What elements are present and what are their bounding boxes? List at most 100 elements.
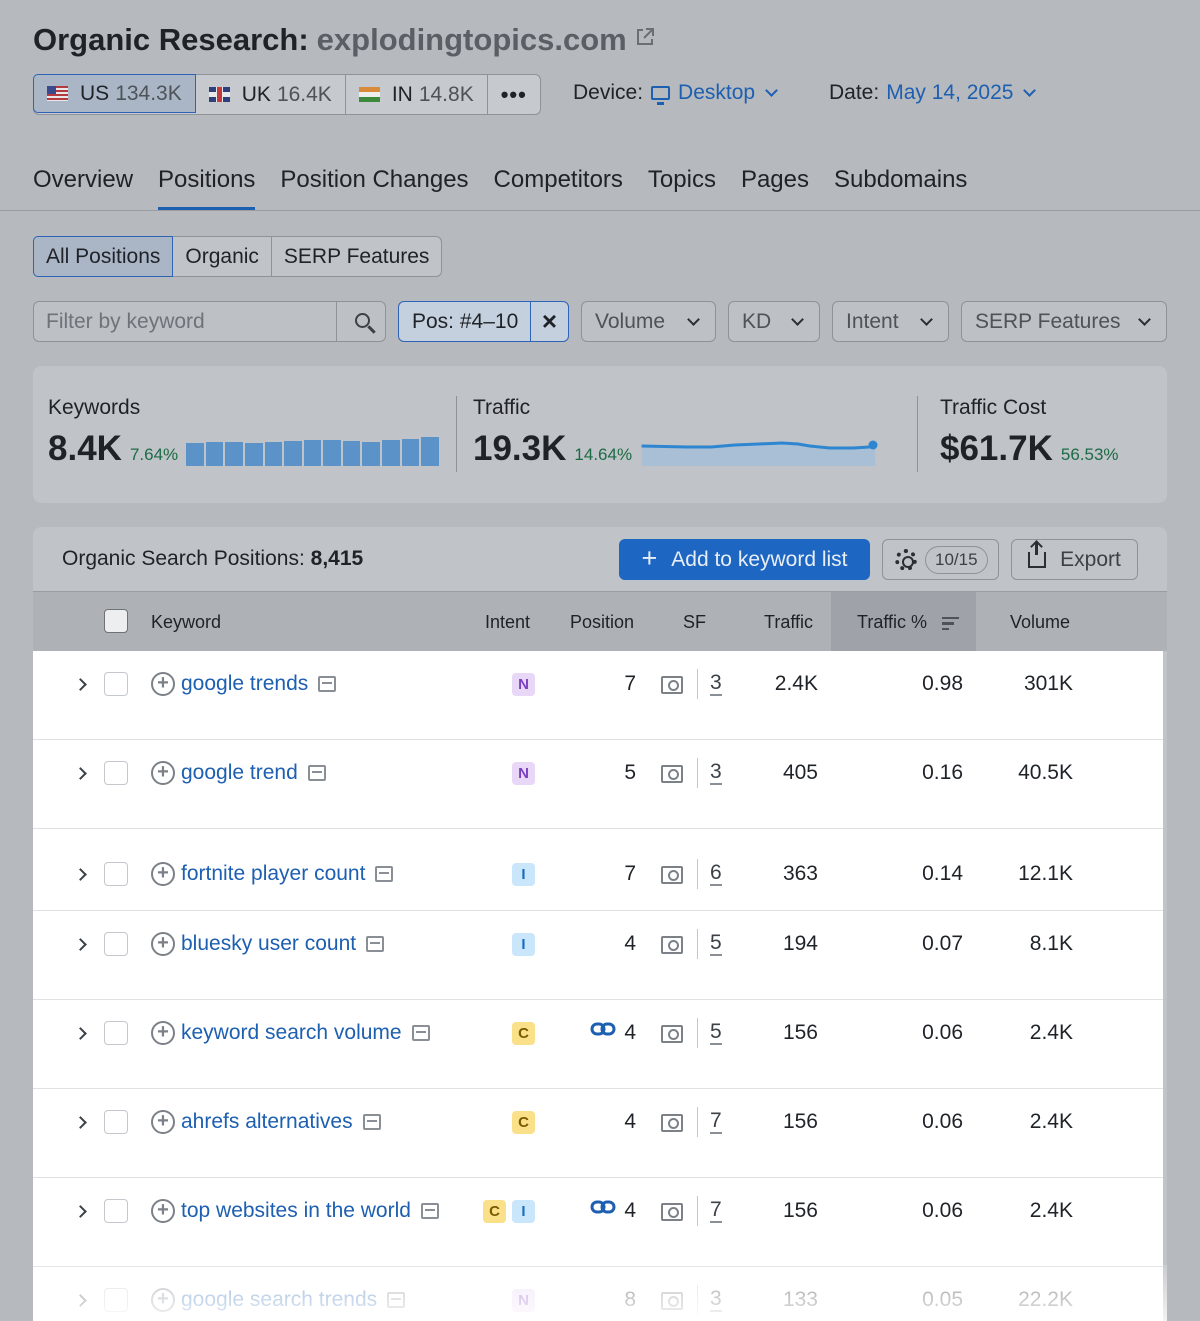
subtab-serp-features[interactable]: SERP Features <box>272 237 442 276</box>
sf-count[interactable]: 6 <box>710 862 722 886</box>
col-position[interactable]: Position <box>570 612 634 633</box>
keyword-link[interactable]: fortnite player count <box>181 862 394 886</box>
expand-row-icon[interactable] <box>74 868 87 881</box>
table-row[interactable]: + google trend N 5 3 405 0.16 40.5K <box>33 740 1163 829</box>
date-selector[interactable]: Date: May 14, 2025 <box>829 81 1038 105</box>
more-databases-button[interactable]: ••• <box>488 75 540 114</box>
traffic-cost-metric[interactable]: Traffic Cost $61.7K 56.53% <box>940 396 1127 468</box>
add-keyword-icon[interactable]: + <box>151 1110 175 1134</box>
kd-dropdown[interactable]: KD <box>728 301 820 342</box>
row-checkbox[interactable] <box>104 672 128 696</box>
add-keyword-icon[interactable]: + <box>151 672 175 696</box>
add-keyword-icon[interactable]: + <box>151 761 175 785</box>
serp-features-icon[interactable] <box>661 676 683 694</box>
intent-dropdown[interactable]: Intent <box>832 301 949 342</box>
sf-count[interactable]: 3 <box>710 761 722 785</box>
table-row[interactable]: + bluesky user count I 4 5 194 0.07 8.1K <box>33 911 1163 1000</box>
sf-count[interactable]: 5 <box>710 1021 722 1045</box>
serp-snapshot-icon[interactable] <box>420 1203 439 1219</box>
traffic-pct-value: 0.06 <box>922 1110 963 1133</box>
serp-snapshot-icon[interactable] <box>362 1114 381 1130</box>
table-row[interactable]: + fortnite player count I 7 6 363 0.14 12.1K <box>33 829 1163 911</box>
sf-count[interactable]: 7 <box>710 1110 722 1134</box>
col-sf[interactable]: SF <box>683 612 706 633</box>
position-value: 4 <box>624 1199 636 1222</box>
traffic-metric[interactable]: Traffic 19.3K 14.64% <box>473 396 878 468</box>
device-selector[interactable]: Device: Desktop <box>573 81 780 105</box>
keyword-link[interactable]: keyword search volume <box>181 1021 430 1045</box>
keyword-link[interactable]: bluesky user count <box>181 932 385 956</box>
add-keyword-icon[interactable]: + <box>151 932 175 956</box>
col-traffic[interactable]: Traffic <box>764 612 813 633</box>
db-tab-us[interactable]: US 134.3K <box>33 74 196 113</box>
trend-bar <box>205 442 224 466</box>
col-traffic-pct-sorted[interactable]: Traffic % <box>831 592 976 652</box>
keyword-link[interactable]: top websites in the world <box>181 1199 439 1223</box>
col-volume[interactable]: Volume <box>1010 612 1070 633</box>
col-keyword[interactable]: Keyword <box>151 612 221 633</box>
sf-count[interactable]: 5 <box>710 932 722 956</box>
add-keyword-icon[interactable]: + <box>151 1199 175 1223</box>
row-checkbox[interactable] <box>104 1199 128 1223</box>
tab-competitors[interactable]: Competitors <box>494 166 623 210</box>
sf-count[interactable]: 7 <box>710 1199 722 1223</box>
table-row[interactable]: + google trends N 7 3 2.4K 0.98 301K <box>33 651 1163 740</box>
subtab-all-positions[interactable]: All Positions <box>33 236 174 277</box>
expand-row-icon[interactable] <box>74 938 87 951</box>
tab-subdomains[interactable]: Subdomains <box>834 166 967 210</box>
expand-row-icon[interactable] <box>74 767 87 780</box>
col-intent[interactable]: Intent <box>485 612 530 633</box>
serp-snapshot-icon[interactable] <box>318 676 337 692</box>
tab-topics[interactable]: Topics <box>648 166 716 210</box>
external-link-icon[interactable] <box>635 27 655 53</box>
row-checkbox[interactable] <box>104 862 128 886</box>
serp-features-dropdown[interactable]: SERP Features <box>961 301 1167 342</box>
serp-snapshot-icon[interactable] <box>366 936 385 952</box>
serp-snapshot-icon[interactable] <box>307 765 326 781</box>
tab-position-changes[interactable]: Position Changes <box>280 166 468 210</box>
position-filter[interactable]: Pos: #4–10 × <box>398 301 569 342</box>
serp-features-icon[interactable] <box>661 765 683 783</box>
add-to-keyword-list-button[interactable]: + Add to keyword list <box>619 539 870 580</box>
serp-features-icon[interactable] <box>661 1203 683 1221</box>
row-checkbox[interactable] <box>104 761 128 785</box>
add-keyword-icon[interactable]: + <box>151 1021 175 1045</box>
db-tab-in[interactable]: IN 14.8K <box>346 75 488 114</box>
sf-divider <box>697 758 698 788</box>
tab-overview[interactable]: Overview <box>33 166 133 210</box>
sf-count[interactable]: 3 <box>710 672 722 696</box>
serp-features-icon[interactable] <box>661 866 683 884</box>
serp-snapshot-icon[interactable] <box>375 866 394 882</box>
columns-settings-button[interactable]: 10/15 <box>882 539 999 580</box>
expand-row-icon[interactable] <box>74 678 87 691</box>
add-keyword-icon[interactable]: + <box>151 862 175 886</box>
row-checkbox[interactable] <box>104 1110 128 1134</box>
serp-snapshot-icon[interactable] <box>411 1025 430 1041</box>
db-tab-uk[interactable]: UK 16.4K <box>196 75 346 114</box>
row-checkbox[interactable] <box>104 932 128 956</box>
volume-dropdown[interactable]: Volume <box>581 301 716 342</box>
expand-row-icon[interactable] <box>74 1027 87 1040</box>
serp-features-icon[interactable] <box>661 1025 683 1043</box>
table-row[interactable]: + keyword search volume C 4 5 156 0.06 2.4K <box>33 1000 1163 1089</box>
keyword-link[interactable]: ahrefs alternatives <box>181 1110 381 1134</box>
select-all-checkbox[interactable] <box>104 609 128 633</box>
subtab-organic[interactable]: Organic <box>173 237 272 276</box>
row-checkbox[interactable] <box>104 1021 128 1045</box>
serp-features-icon[interactable] <box>661 936 683 954</box>
table-row[interactable]: + ahrefs alternatives C 4 7 156 0.06 2.4K <box>33 1089 1163 1178</box>
keyword-filter-input[interactable] <box>34 302 336 341</box>
expand-row-icon[interactable] <box>74 1116 87 1129</box>
tab-pages[interactable]: Pages <box>741 166 809 210</box>
keywords-metric[interactable]: Keywords 8.4K 7.64% <box>48 396 439 468</box>
serp-features-icon[interactable] <box>661 1114 683 1132</box>
export-button[interactable]: Export <box>1011 539 1138 580</box>
keyword-link[interactable]: google trend <box>181 761 326 785</box>
search-button[interactable] <box>336 302 385 341</box>
clear-filter-icon[interactable]: × <box>530 302 568 341</box>
domain-name[interactable]: explodingtopics.com <box>317 22 627 58</box>
table-row[interactable]: + top websites in the world C I 4 7 156 0.06 2.… <box>33 1178 1163 1267</box>
tab-positions[interactable]: Positions <box>158 166 256 210</box>
expand-row-icon[interactable] <box>74 1205 87 1218</box>
keyword-link[interactable]: google trends <box>181 672 337 696</box>
